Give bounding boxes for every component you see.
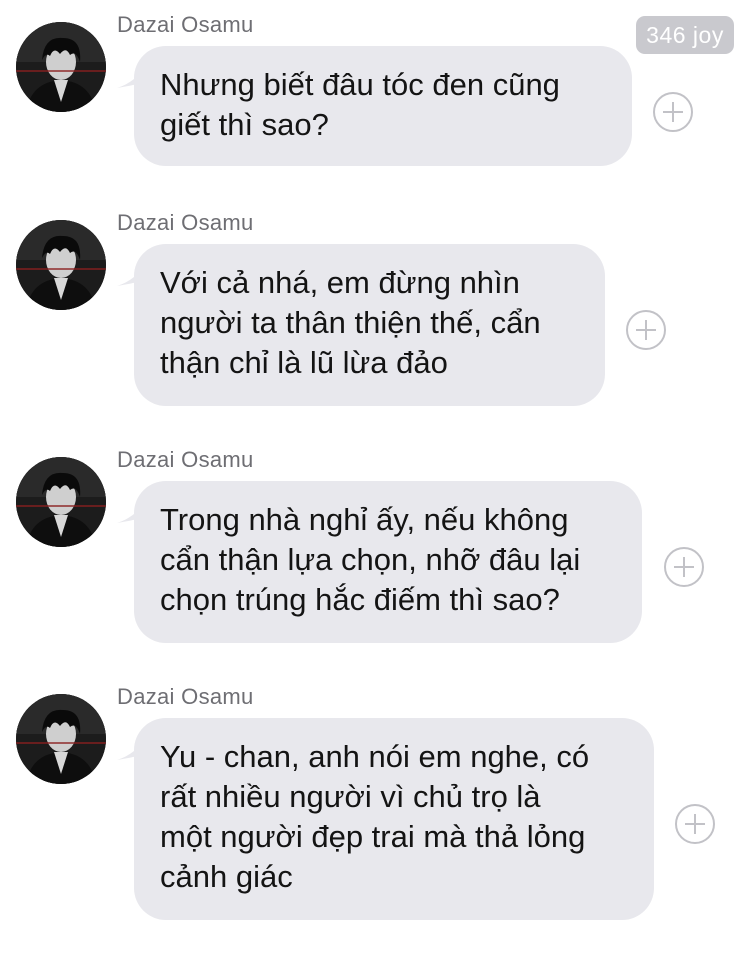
message-bubble[interactable]: Trong nhà nghỉ ấy, nếu không cẩn thận lự…: [134, 481, 642, 643]
avatar[interactable]: [16, 694, 106, 784]
avatar-portrait-icon: [16, 22, 106, 112]
plus-circle-icon[interactable]: [664, 547, 704, 587]
message-bubble[interactable]: Nhưng biết đâu tóc đen cũng giết thì sao…: [134, 46, 632, 166]
message-2: Dazai Osamu Với cả nhá, em đừng nhìn ngư…: [0, 210, 750, 420]
avatar-portrait-icon: [16, 220, 106, 310]
message-bubble[interactable]: Với cả nhá, em đừng nhìn người ta thân t…: [134, 244, 605, 406]
plus-circle-icon[interactable]: [653, 92, 693, 132]
avatar-portrait-icon: [16, 457, 106, 547]
avatar-portrait-icon: [16, 694, 106, 784]
message-1: Dazai Osamu Nhưng biết đâu tóc đen cũng …: [0, 12, 750, 182]
sender-name: Dazai Osamu: [117, 684, 254, 709]
plus-circle-icon[interactable]: [626, 310, 666, 350]
message-bubble[interactable]: Yu - chan, anh nói em nghe, có rất nhiều…: [134, 718, 654, 920]
sender-name: Dazai Osamu: [117, 210, 254, 235]
avatar[interactable]: [16, 220, 106, 310]
sender-name: Dazai Osamu: [117, 447, 254, 472]
message-3: Dazai Osamu Trong nhà nghỉ ấy, nếu không…: [0, 447, 750, 657]
plus-circle-icon[interactable]: [675, 804, 715, 844]
sender-name: Dazai Osamu: [117, 12, 254, 37]
message-4: Dazai Osamu Yu - chan, anh nói em nghe, …: [0, 684, 750, 934]
avatar[interactable]: [16, 457, 106, 547]
avatar[interactable]: [16, 22, 106, 112]
